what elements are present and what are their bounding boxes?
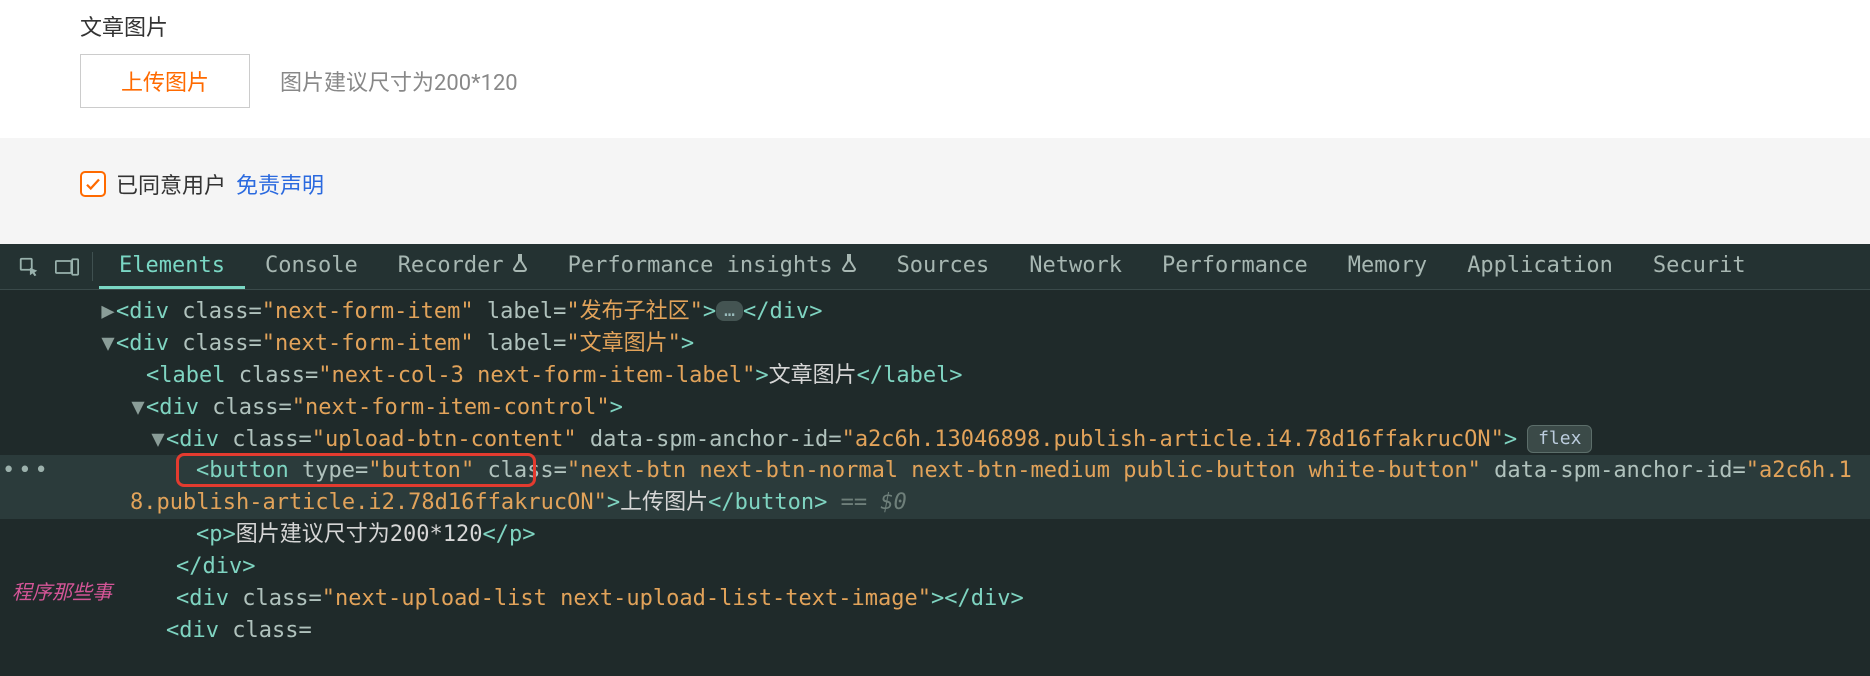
dom-tree-line[interactable]: ▼<div class="upload-btn-content" data-sp… xyxy=(0,424,1870,456)
tab-label: Performance insights xyxy=(568,253,833,278)
dom-tree-line[interactable]: <label class="next-col-3 next-form-item-… xyxy=(0,360,1870,392)
dom-tree-line[interactable]: ▼<div class="next-form-item-control"> xyxy=(0,392,1870,424)
agreement-checkbox[interactable] xyxy=(80,171,106,197)
check-icon xyxy=(84,175,102,193)
tab-label: Sources xyxy=(897,253,990,278)
elements-tree[interactable]: ▶<div class="next-form-item" label="发布子社… xyxy=(0,290,1870,676)
devtools-tab-memory[interactable]: Memory xyxy=(1328,244,1447,289)
devtools-tab-performance[interactable]: Performance xyxy=(1142,244,1328,289)
form-label-article-image: 文章图片 xyxy=(80,10,1790,42)
upload-row: 上传图片 图片建议尺寸为200*120 xyxy=(80,54,1790,108)
tab-label: Recorder xyxy=(398,253,504,278)
tab-label: Memory xyxy=(1348,253,1427,278)
devtools-tab-console[interactable]: Console xyxy=(245,244,378,289)
devtools-tabs: Elements Console Recorder Performance insig… xyxy=(99,244,1766,289)
watermark-text: 程序那些事 xyxy=(12,579,112,608)
devtools-tab-network[interactable]: Network xyxy=(1009,244,1142,289)
dom-tree-line[interactable]: <div class= xyxy=(0,615,1870,647)
flex-badge[interactable]: flex xyxy=(1527,425,1592,453)
device-toolbar-icon[interactable] xyxy=(48,244,86,289)
disclaimer-link[interactable]: 免责声明 xyxy=(236,168,324,200)
upload-hint-text: 图片建议尺寸为200*120 xyxy=(280,65,518,97)
devtools-tab-performance-insights[interactable]: Performance insights xyxy=(548,244,877,289)
tab-label: Network xyxy=(1029,253,1122,278)
devtools-panel: Elements Console Recorder Performance insig… xyxy=(0,244,1870,676)
form-item-article-image: 文章图片 上传图片 图片建议尺寸为200*120 xyxy=(80,10,1790,108)
dom-tree-line[interactable]: <div class="next-upload-list next-upload… xyxy=(0,583,1870,615)
agreement-row: 已同意用户 免责声明 xyxy=(0,138,1870,240)
tab-label: Application xyxy=(1467,253,1613,278)
dom-tree-line[interactable]: ▼<div class="next-form-item" label="文章图片… xyxy=(0,328,1870,360)
more-actions-icon[interactable]: ••• xyxy=(2,455,51,487)
expand-arrow-icon[interactable]: ▼ xyxy=(130,392,146,424)
inspect-element-icon[interactable] xyxy=(10,244,48,289)
devtools-tab-elements[interactable]: Elements xyxy=(99,244,245,289)
tab-label: Elements xyxy=(119,253,225,278)
dom-tree-line[interactable]: ▶<div class="next-form-item" label="发布子社… xyxy=(0,296,1870,328)
devtools-tab-recorder[interactable]: Recorder xyxy=(378,244,548,289)
flask-icon xyxy=(841,253,857,278)
devtools-tab-application[interactable]: Application xyxy=(1447,244,1633,289)
devtools-tab-securit[interactable]: Securit xyxy=(1633,244,1766,289)
page-content: 文章图片 上传图片 图片建议尺寸为200*120 xyxy=(0,0,1870,138)
expand-arrow-icon[interactable]: ▼ xyxy=(150,424,166,456)
devtools-tab-sources[interactable]: Sources xyxy=(877,244,1010,289)
flask-icon xyxy=(512,253,528,278)
expand-arrow-icon[interactable]: ▼ xyxy=(100,328,116,360)
agreement-prefix: 已同意用户 xyxy=(116,168,226,200)
devtools-toolbar: Elements Console Recorder Performance insig… xyxy=(0,244,1870,290)
toolbar-divider xyxy=(92,252,93,281)
dom-tree-line[interactable]: 8.publish-article.i2.78d16ffakrucON">上传图… xyxy=(0,487,1870,519)
collapsed-ellipsis-icon[interactable]: … xyxy=(716,301,743,321)
upload-image-button[interactable]: 上传图片 xyxy=(80,54,250,108)
dom-tree-line[interactable]: <p>图片建议尺寸为200*120</p> xyxy=(0,519,1870,551)
dom-tree-line[interactable]: •••<button type="button" class="next-btn… xyxy=(0,455,1870,487)
dom-tree-line[interactable]: </div> xyxy=(0,551,1870,583)
tab-label: Securit xyxy=(1653,253,1746,278)
tab-label: Console xyxy=(265,253,358,278)
tab-label: Performance xyxy=(1162,253,1308,278)
expand-arrow-icon[interactable]: ▶ xyxy=(100,296,116,328)
